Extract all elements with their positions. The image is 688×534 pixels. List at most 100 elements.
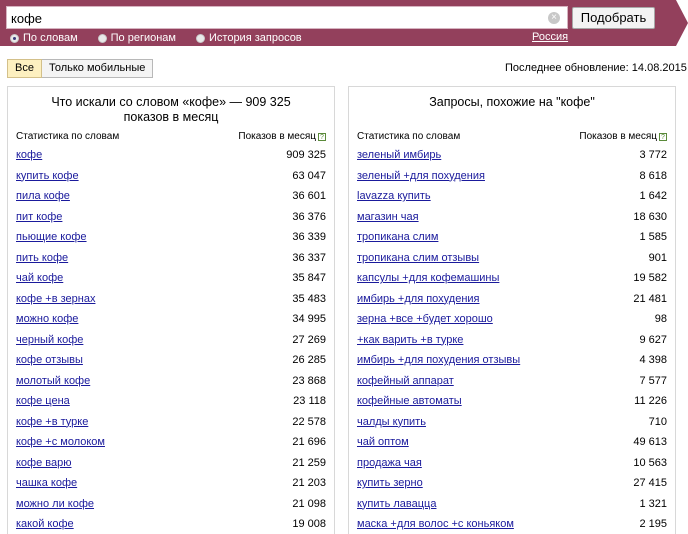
keyword-link[interactable]: молотый кофе xyxy=(16,375,90,387)
shows-count: 1 585 xyxy=(639,231,667,243)
table-row: магазин чая 18 630 xyxy=(357,208,667,229)
clear-icon[interactable]: × xyxy=(548,12,560,24)
keyword-link[interactable]: маска +для волос +с коньяком xyxy=(357,518,514,530)
table-row: купить зерно 27 415 xyxy=(357,474,667,495)
keyword-link[interactable]: +как варить +в турке xyxy=(357,334,463,346)
keyword-link[interactable]: купить кофе xyxy=(16,170,79,182)
keyword-link[interactable]: кофе +в зернах xyxy=(16,293,95,305)
shows-count: 7 577 xyxy=(639,374,667,387)
keyword-link[interactable]: какой кофе xyxy=(16,518,74,530)
keyword-link[interactable]: продажа чая xyxy=(357,457,422,469)
table-row: черный кофе 27 269 xyxy=(16,331,326,352)
table-row: пьющие кофе 36 339 xyxy=(16,228,326,249)
keyword-link[interactable]: черный кофе xyxy=(16,334,83,346)
shows-count: 23 118 xyxy=(293,395,326,407)
table-row: кофе цена 23 118 xyxy=(16,392,326,413)
keyword-link[interactable]: тропикана слим отзывы xyxy=(357,252,479,264)
shows-count: 19 008 xyxy=(292,518,326,530)
table-row: можно кофе 34 995 xyxy=(16,310,326,331)
shows-count: 23 868 xyxy=(292,374,326,387)
table-row: зеленый имбирь 3 772 xyxy=(357,146,667,167)
table-row: тропикана слим отзывы 901 xyxy=(357,249,667,270)
column-header-words: Статистика по словам xyxy=(16,131,120,142)
shows-count: 2 195 xyxy=(639,518,667,530)
keyword-link[interactable]: пит кофе xyxy=(16,211,62,223)
keyword-link[interactable]: кофе xyxy=(16,149,42,161)
table-row: пить кофе 36 337 xyxy=(16,249,326,270)
shows-count: 18 630 xyxy=(633,210,667,223)
keyword-link[interactable]: зерна +все +будет хорошо xyxy=(357,313,493,325)
keyword-link[interactable]: lavazza купить xyxy=(357,190,431,202)
radio-icon xyxy=(97,33,107,43)
shows-count: 11 226 xyxy=(634,395,667,407)
keyword-link[interactable]: пила кофе xyxy=(16,190,70,202)
filter-all-button[interactable]: Все xyxy=(7,59,42,78)
keyword-link[interactable]: кофе варю xyxy=(16,457,71,469)
table-row: кофе варю 21 259 xyxy=(16,454,326,475)
device-filter: Все Только мобильные xyxy=(7,59,154,78)
shows-count: 22 578 xyxy=(292,415,326,428)
search-input[interactable] xyxy=(11,9,541,27)
keyword-link[interactable]: кофейный аппарат xyxy=(357,375,454,387)
keyword-link[interactable]: кофе +с молоком xyxy=(16,436,105,448)
table-row: зерна +все +будет хорошо 98 xyxy=(357,310,667,331)
table-row: можно ли кофе 21 098 xyxy=(16,495,326,516)
keyword-link[interactable]: пьющие кофе xyxy=(16,231,87,243)
keyword-link[interactable]: пить кофе xyxy=(16,252,68,264)
keyword-link[interactable]: чай кофе xyxy=(16,272,63,284)
column-header-shows: Показов в месяц? xyxy=(238,131,326,142)
table-row: маска +для волос +с коньяком 2 195 xyxy=(357,515,667,534)
tab-by-words[interactable]: По словам xyxy=(10,32,78,44)
shows-count: 1 642 xyxy=(639,190,667,202)
shows-count: 98 xyxy=(654,313,667,325)
shows-count: 19 582 xyxy=(633,272,667,284)
shows-count: 10 563 xyxy=(633,456,667,469)
table-row: тропикана слим 1 585 xyxy=(357,228,667,249)
keyword-link[interactable]: кофе отзывы xyxy=(16,354,83,366)
table-row: имбирь +для похудения 21 481 xyxy=(357,290,667,311)
filter-mobile-button[interactable]: Только мобильные xyxy=(41,59,154,78)
help-icon[interactable]: ? xyxy=(318,133,326,141)
shows-count: 21 259 xyxy=(292,456,326,469)
table-row: продажа чая 10 563 xyxy=(357,454,667,475)
keyword-link[interactable]: магазин чая xyxy=(357,211,419,223)
table-row: чай оптом 49 613 xyxy=(357,433,667,454)
shows-count: 26 285 xyxy=(292,354,326,366)
keyword-link[interactable]: чалды купить xyxy=(357,416,426,428)
keyword-link[interactable]: кофе +в турке xyxy=(16,416,88,428)
submit-button[interactable]: Подобрать xyxy=(572,7,655,29)
table-row: капсулы +для кофемашины 19 582 xyxy=(357,269,667,290)
keyword-link[interactable]: кофе цена xyxy=(16,395,70,407)
keyword-link[interactable]: имбирь +для похудения отзывы xyxy=(357,354,520,366)
keyword-link[interactable]: можно ли кофе xyxy=(16,498,94,510)
keyword-link[interactable]: купить зерно xyxy=(357,477,423,489)
help-icon[interactable]: ? xyxy=(659,133,667,141)
keyword-link[interactable]: зеленый +для похудения xyxy=(357,170,485,182)
tab-by-regions[interactable]: По регионам xyxy=(97,32,176,44)
keyword-link[interactable]: кофейные автоматы xyxy=(357,395,462,407)
keyword-link[interactable]: чай оптом xyxy=(357,436,409,448)
shows-count: 36 339 xyxy=(292,231,326,243)
column-header-words: Статистика по словам xyxy=(357,131,461,142)
table-row: молотый кофе 23 868 xyxy=(16,372,326,393)
tab-history[interactable]: История запросов xyxy=(196,32,302,44)
keyword-link[interactable]: тропикана слим xyxy=(357,231,438,243)
right-panel-title: Запросы, похожие на "кофе" xyxy=(429,95,595,109)
table-row: кофе 909 325 xyxy=(16,146,326,167)
left-column-header: Статистика по словам Показов в месяц? xyxy=(16,131,326,145)
tab-label: По словам xyxy=(23,32,78,44)
keyword-link[interactable]: купить лавацца xyxy=(357,498,436,510)
keyword-link[interactable]: капсулы +для кофемашины xyxy=(357,272,499,284)
shows-count: 4 398 xyxy=(639,354,667,366)
keyword-link[interactable]: имбирь +для похудения xyxy=(357,293,480,305)
shows-count: 909 325 xyxy=(286,149,326,161)
keyword-link[interactable]: зеленый имбирь xyxy=(357,149,441,161)
table-row: +как варить +в турке 9 627 xyxy=(357,331,667,352)
keyword-link[interactable]: можно кофе xyxy=(16,313,78,325)
shows-count: 34 995 xyxy=(292,313,326,325)
table-row: пила кофе 36 601 xyxy=(16,187,326,208)
region-link[interactable]: Россия xyxy=(532,31,568,43)
keyword-link[interactable]: чашка кофе xyxy=(16,477,77,489)
table-row: кофейный аппарат 7 577 xyxy=(357,372,667,393)
table-row: зеленый +для похудения 8 618 xyxy=(357,167,667,188)
